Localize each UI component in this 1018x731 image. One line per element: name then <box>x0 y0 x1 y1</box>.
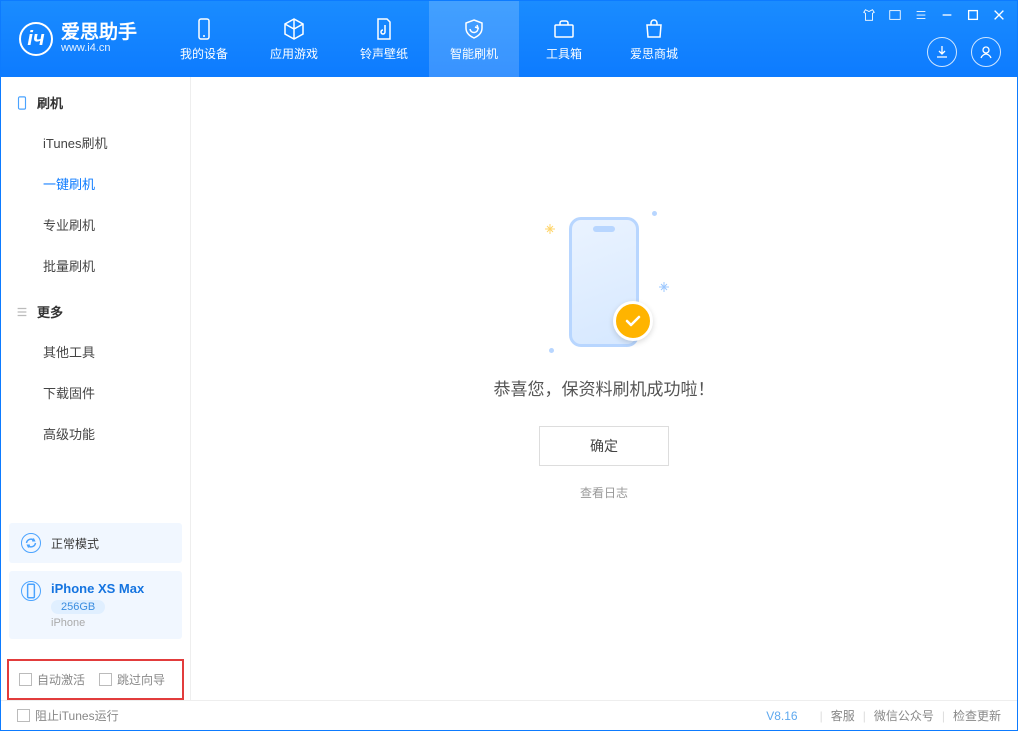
sidebar-item-download-firmware[interactable]: 下载固件 <box>1 372 190 413</box>
maximize-icon[interactable] <box>965 7 981 23</box>
device-name: iPhone XS Max <box>51 581 144 596</box>
version-label: V8.16 <box>766 709 797 723</box>
mode-card[interactable]: 正常模式 <box>9 523 182 563</box>
highlighted-options: 自动激活 跳过向导 <box>7 659 184 700</box>
nav-label: 铃声壁纸 <box>360 45 408 62</box>
app-logo: iч 爱思助手 www.i4.cn <box>19 22 137 56</box>
success-message: 恭喜您，保资料刷机成功啦！ <box>494 375 715 400</box>
status-bar: 阻止iTunes运行 V8.16 | 客服 | 微信公众号 | 检查更新 <box>1 700 1017 730</box>
sparkle-icon <box>545 221 555 231</box>
nav-apps-games[interactable]: 应用游戏 <box>249 1 339 77</box>
skip-setup-checkbox[interactable]: 跳过向导 <box>99 671 165 688</box>
nav-label: 我的设备 <box>180 45 228 62</box>
user-icon <box>978 44 994 60</box>
nav-ringtones-wallpapers[interactable]: 铃声壁纸 <box>339 1 429 77</box>
device-capacity: 256GB <box>51 600 105 614</box>
phone-icon <box>192 17 216 41</box>
header-right-buttons <box>927 37 1001 67</box>
checkbox-label: 跳过向导 <box>117 671 165 688</box>
nav-store[interactable]: 爱思商城 <box>609 1 699 77</box>
phone-small-icon <box>15 96 29 110</box>
nav-label: 工具箱 <box>546 45 582 62</box>
title-bar: iч 爱思助手 www.i4.cn 我的设备 应用游戏 铃声壁纸 智能刷机 工具… <box>1 1 1017 77</box>
nav-toolbox[interactable]: 工具箱 <box>519 1 609 77</box>
toolbox-icon <box>552 17 576 41</box>
refresh-shield-icon <box>462 17 486 41</box>
status-link-update[interactable]: 检查更新 <box>953 707 1001 724</box>
minimize-icon[interactable] <box>939 7 955 23</box>
nav-smart-flash[interactable]: 智能刷机 <box>429 1 519 77</box>
success-check-icon <box>613 301 653 341</box>
block-itunes-checkbox[interactable]: 阻止iTunes运行 <box>17 707 119 724</box>
download-icon <box>934 44 950 60</box>
sidebar-item-other-tools[interactable]: 其他工具 <box>1 331 190 372</box>
sidebar-item-oneclick-flash[interactable]: 一键刷机 <box>1 163 190 204</box>
sidebar-item-advanced[interactable]: 高级功能 <box>1 413 190 454</box>
status-link-support[interactable]: 客服 <box>831 707 855 724</box>
section-title: 更多 <box>37 302 63 321</box>
nav-label: 智能刷机 <box>450 45 498 62</box>
sparkle-icon <box>659 279 669 289</box>
app-url: www.i4.cn <box>61 42 137 55</box>
device-icon <box>21 581 41 601</box>
app-name: 爱思助手 <box>61 23 137 42</box>
dot-icon <box>652 211 657 216</box>
download-button[interactable] <box>927 37 957 67</box>
sidebar-item-batch-flash[interactable]: 批量刷机 <box>1 245 190 286</box>
sidebar: 刷机 iTunes刷机 一键刷机 专业刷机 批量刷机 更多 其他工具 下载固件 … <box>1 77 191 700</box>
dot-icon <box>549 348 554 353</box>
sidebar-section-flash: 刷机 <box>1 77 190 122</box>
checkbox-box <box>99 673 112 686</box>
checkbox-box <box>19 673 32 686</box>
mode-label: 正常模式 <box>51 535 99 552</box>
sidebar-item-pro-flash[interactable]: 专业刷机 <box>1 204 190 245</box>
box-icon[interactable] <box>887 7 903 23</box>
section-title: 刷机 <box>37 93 63 112</box>
nav-my-device[interactable]: 我的设备 <box>159 1 249 77</box>
shirt-icon[interactable] <box>861 7 877 23</box>
menu-icon[interactable] <box>913 7 929 23</box>
nav-label: 爱思商城 <box>630 45 678 62</box>
bag-icon <box>642 17 666 41</box>
checkbox-box <box>17 709 30 722</box>
checkbox-label: 阻止iTunes运行 <box>35 707 119 724</box>
close-icon[interactable] <box>991 7 1007 23</box>
checkbox-label: 自动激活 <box>37 671 85 688</box>
device-card[interactable]: iPhone XS Max 256GB iPhone <box>9 571 182 639</box>
device-type: iPhone <box>51 617 144 629</box>
auto-activate-checkbox[interactable]: 自动激活 <box>19 671 85 688</box>
logo-icon: iч <box>19 22 53 56</box>
sidebar-item-itunes-flash[interactable]: iTunes刷机 <box>1 122 190 163</box>
ok-button[interactable]: 确定 <box>539 426 669 466</box>
nav-label: 应用游戏 <box>270 45 318 62</box>
main-content: 恭喜您，保资料刷机成功啦！ 确定 查看日志 <box>191 77 1017 700</box>
window-controls <box>861 7 1007 23</box>
sidebar-section-more: 更多 <box>1 286 190 331</box>
success-illustration <box>569 217 639 347</box>
account-button[interactable] <box>971 37 1001 67</box>
music-file-icon <box>372 17 396 41</box>
main-nav: 我的设备 应用游戏 铃声壁纸 智能刷机 工具箱 爱思商城 <box>159 1 699 77</box>
sync-icon <box>21 533 41 553</box>
status-link-wechat[interactable]: 微信公众号 <box>874 707 934 724</box>
view-log-link[interactable]: 查看日志 <box>580 484 628 501</box>
cube-icon <box>282 17 306 41</box>
list-icon <box>15 305 29 319</box>
